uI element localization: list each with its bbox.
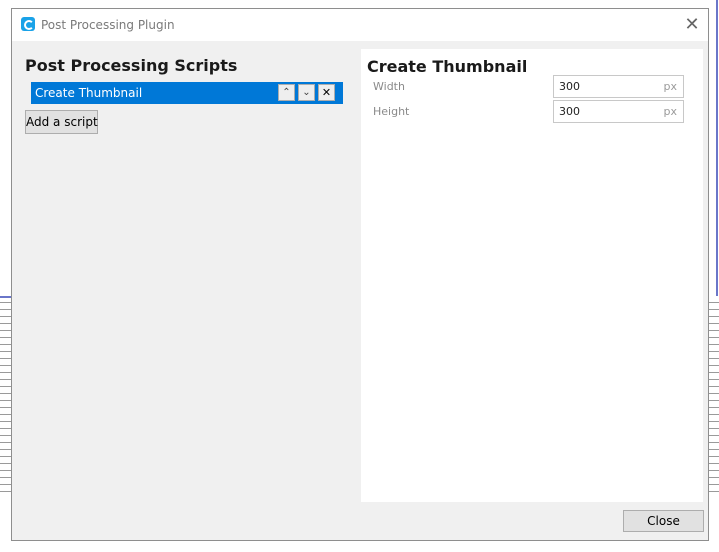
height-unit: px	[663, 105, 678, 118]
post-processing-dialog: Post Processing Plugin ✕ Post Processing…	[11, 8, 709, 541]
width-label: Width	[373, 80, 405, 93]
script-settings-panel: Create Thumbnail Width 300 px Height 300…	[361, 49, 703, 502]
window-title: Post Processing Plugin	[41, 18, 175, 32]
width-unit: px	[663, 80, 678, 93]
width-input[interactable]: 300 px	[553, 75, 684, 98]
close-button[interactable]: Close	[623, 510, 704, 532]
height-label: Height	[373, 105, 410, 118]
remove-icon[interactable]: ✕	[318, 84, 335, 101]
background-grid-right	[709, 296, 719, 492]
title-bar[interactable]: Post Processing Plugin ✕	[12, 9, 708, 41]
background-grid-left	[0, 296, 11, 492]
settings-heading: Create Thumbnail	[367, 57, 528, 76]
height-value: 300	[559, 105, 580, 118]
background-line-right	[716, 0, 718, 300]
width-value: 300	[559, 80, 580, 93]
chevron-up-icon[interactable]: ⌃	[278, 84, 295, 101]
window-close-icon[interactable]: ✕	[681, 14, 703, 36]
add-script-button[interactable]: Add a script	[25, 110, 98, 134]
height-input[interactable]: 300 px	[553, 100, 684, 123]
scripts-heading: Post Processing Scripts	[25, 56, 238, 75]
script-list-item[interactable]: Create Thumbnail ⌃ ⌄ ✕	[31, 82, 343, 104]
chevron-down-icon[interactable]: ⌄	[298, 84, 315, 101]
script-label: Create Thumbnail	[35, 86, 143, 100]
cura-logo-icon	[21, 17, 35, 31]
